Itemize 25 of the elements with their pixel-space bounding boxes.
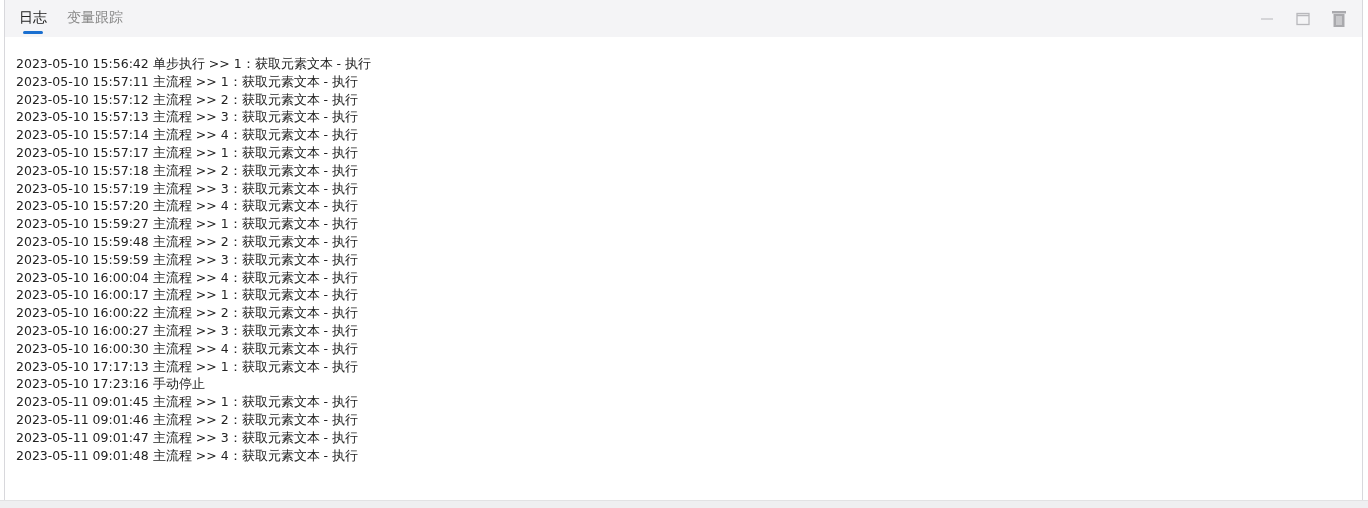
log-line: 2023-05-10 15:57:14 主流程 >> 4：获取元素文本 - 执行 — [16, 126, 360, 144]
log-line: 2023-05-10 15:59:27 主流程 >> 1：获取元素文本 - 执行 — [16, 215, 360, 233]
log-line: 2023-05-10 16:00:04 主流程 >> 4：获取元素文本 - 执行 — [16, 268, 360, 287]
trash-icon[interactable] — [1330, 9, 1348, 28]
log-line: 2023-05-11 09:01:45 主流程 >> 1：获取元素文本 - 执行 — [16, 393, 360, 411]
log-line: 2023-05-11 09:01:47 主流程 >> 3：获取元素文本 - 执行 — [16, 428, 360, 447]
log-line: 2023-05-10 15:57:12 主流程 >> 2：获取元素文本 - 执行 — [16, 90, 360, 109]
log-line: 2023-05-11 09:01:48 主流程 >> 4：获取元素文本 - 执行 — [16, 446, 360, 465]
log-line: 2023-05-10 15:57:18 主流程 >> 2：获取元素文本 - 执行 — [16, 161, 360, 180]
log-line: 2023-05-10 15:57:19 主流程 >> 3：获取元素文本 - 执行 — [16, 179, 360, 198]
tab[interactable]: 日志 — [19, 6, 47, 31]
log-line: 2023-05-10 17:17:13 主流程 >> 1：获取元素文本 - 执行 — [16, 357, 360, 376]
log-line: 2023-05-10 15:56:42 单步执行 >> 1：获取元素文本 - 执行 — [16, 55, 373, 73]
log-line: 2023-05-10 15:59:59 主流程 >> 3：获取元素文本 - 执行 — [16, 250, 360, 269]
log-line: 2023-05-10 16:00:27 主流程 >> 3：获取元素文本 - 执行 — [16, 321, 360, 340]
log-line: 2023-05-10 15:57:20 主流程 >> 4：获取元素文本 - 执行 — [16, 197, 360, 216]
log-line: 2023-05-10 16:00:22 主流程 >> 2：获取元素文本 - 执行 — [16, 304, 360, 322]
log-line: 2023-05-10 15:57:13 主流程 >> 3：获取元素文本 - 执行 — [16, 108, 360, 127]
log-line: 2023-05-10 16:00:17 主流程 >> 1：获取元素文本 - 执行 — [16, 286, 360, 305]
log-line: 2023-05-10 16:00:30 主流程 >> 4：获取元素文本 - 执行 — [16, 339, 360, 358]
log-line: 2023-05-11 09:01:46 主流程 >> 2：获取元素文本 - 执行 — [16, 410, 360, 429]
log-line: 2023-05-10 15:59:48 主流程 >> 2：获取元素文本 - 执行 — [16, 232, 360, 251]
log-line: 2023-05-10 17:23:16 手动停止 — [16, 375, 206, 394]
log-line: 2023-05-10 15:57:17 主流程 >> 1：获取元素文本 - 执行 — [16, 144, 360, 162]
log-line: 2023-05-10 15:57:11 主流程 >> 1：获取元素文本 - 执行 — [16, 72, 360, 91]
